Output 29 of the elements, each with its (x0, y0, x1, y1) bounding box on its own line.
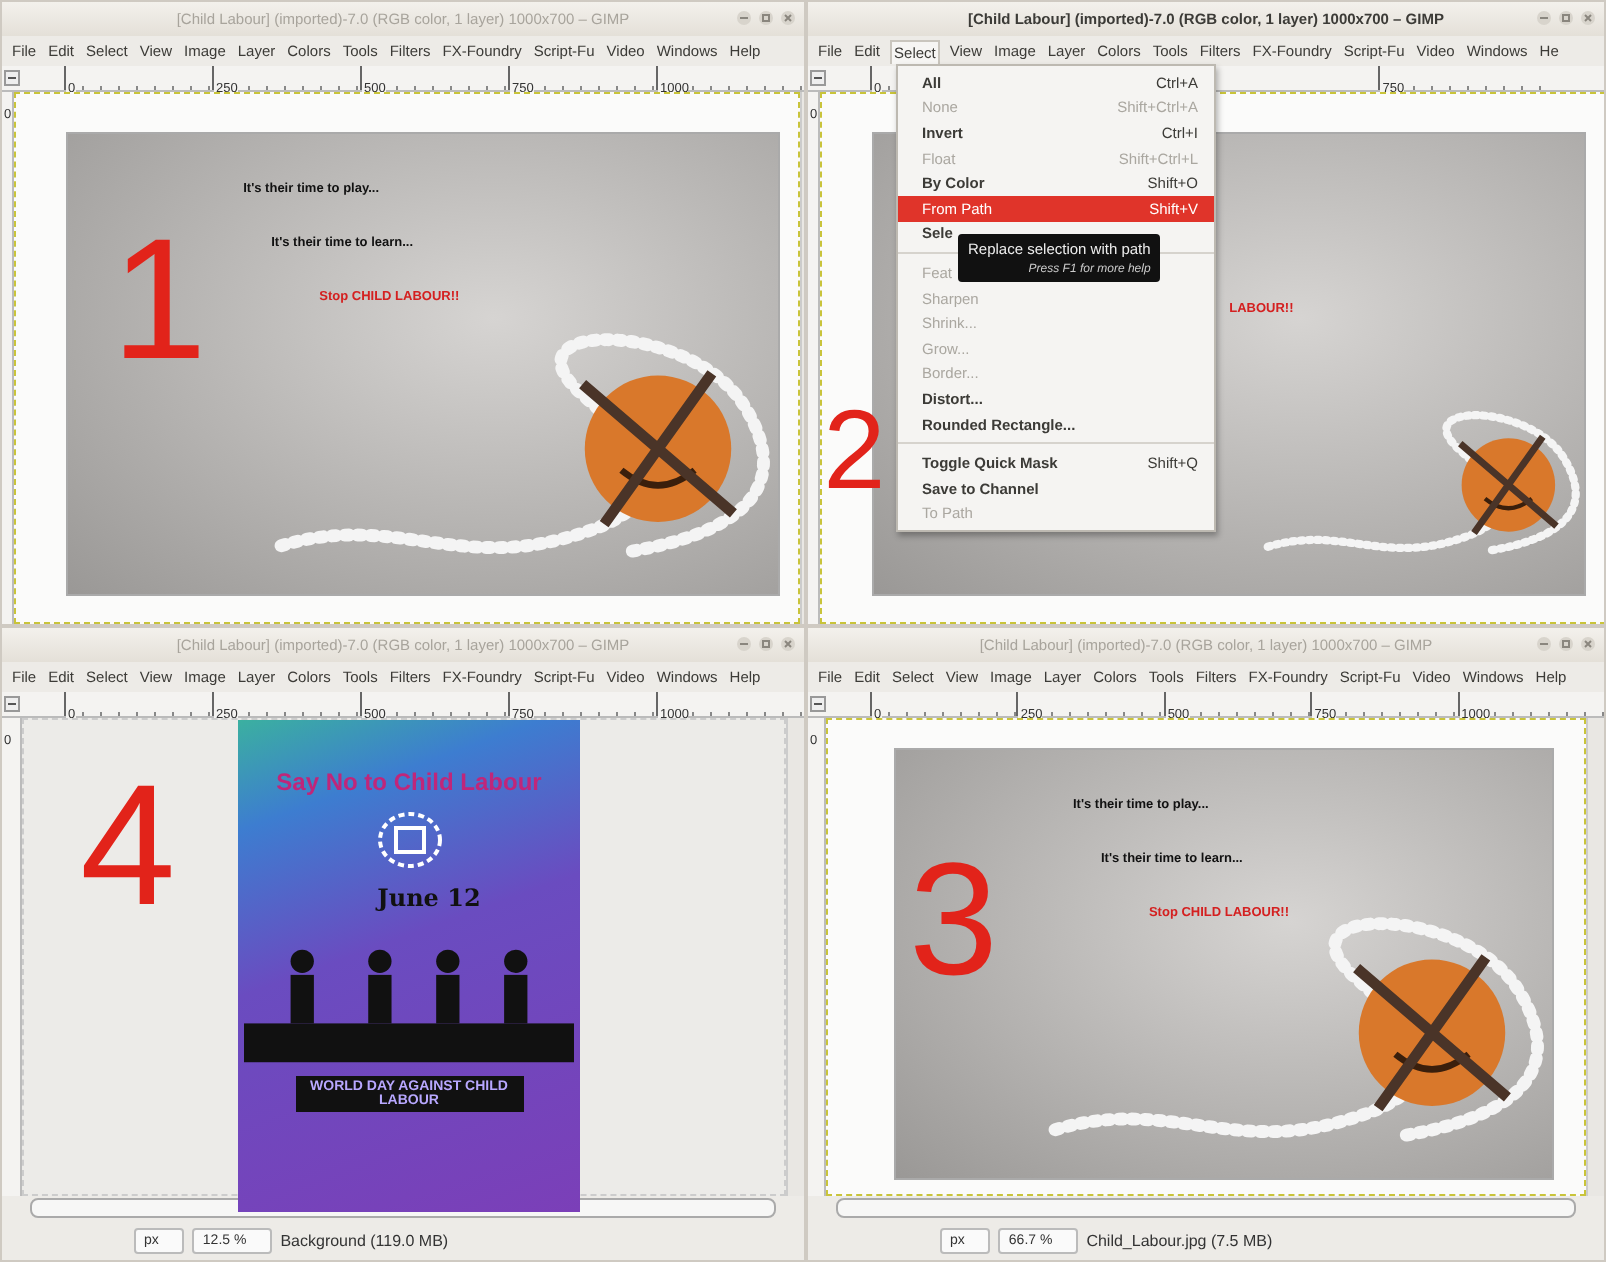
poster-date: June 12 (377, 884, 481, 912)
close-icon[interactable] (780, 636, 796, 652)
close-icon[interactable] (780, 10, 796, 26)
minimize-icon[interactable] (736, 636, 752, 652)
minimize-icon[interactable] (1536, 10, 1552, 26)
poster-heading: Say No to Child Labour (276, 768, 542, 796)
vertical-scrollbar[interactable] (1586, 718, 1604, 1196)
horizontal-scrollbar[interactable] (836, 1198, 1576, 1218)
minimize-icon[interactable] (1536, 636, 1552, 652)
maximize-icon[interactable] (1558, 636, 1574, 652)
maximize-icon[interactable] (758, 636, 774, 652)
maximize-icon[interactable] (758, 10, 774, 26)
step-number: 4 (80, 760, 176, 932)
step-number: 1 (111, 214, 207, 386)
status-text: Background (119.0 MB) (280, 1231, 449, 1249)
maximize-icon[interactable] (1558, 10, 1574, 26)
vertical-scrollbar[interactable] (786, 718, 804, 1196)
step-number: 3 (908, 840, 998, 1000)
status-text: Child_Labour.jpg (7.5 MB) (1086, 1231, 1273, 1249)
wreath-emblem-icon (373, 808, 445, 872)
navigate-icon[interactable] (810, 696, 826, 712)
vertical-scrollbar[interactable] (799, 92, 804, 624)
close-icon[interactable] (1580, 636, 1596, 652)
close-icon[interactable] (1580, 10, 1596, 26)
minimize-icon[interactable] (736, 10, 752, 26)
navigate-icon[interactable] (4, 70, 20, 86)
navigate-icon[interactable] (810, 70, 826, 86)
navigate-icon[interactable] (4, 696, 20, 712)
step-number: 2 (823, 394, 886, 506)
